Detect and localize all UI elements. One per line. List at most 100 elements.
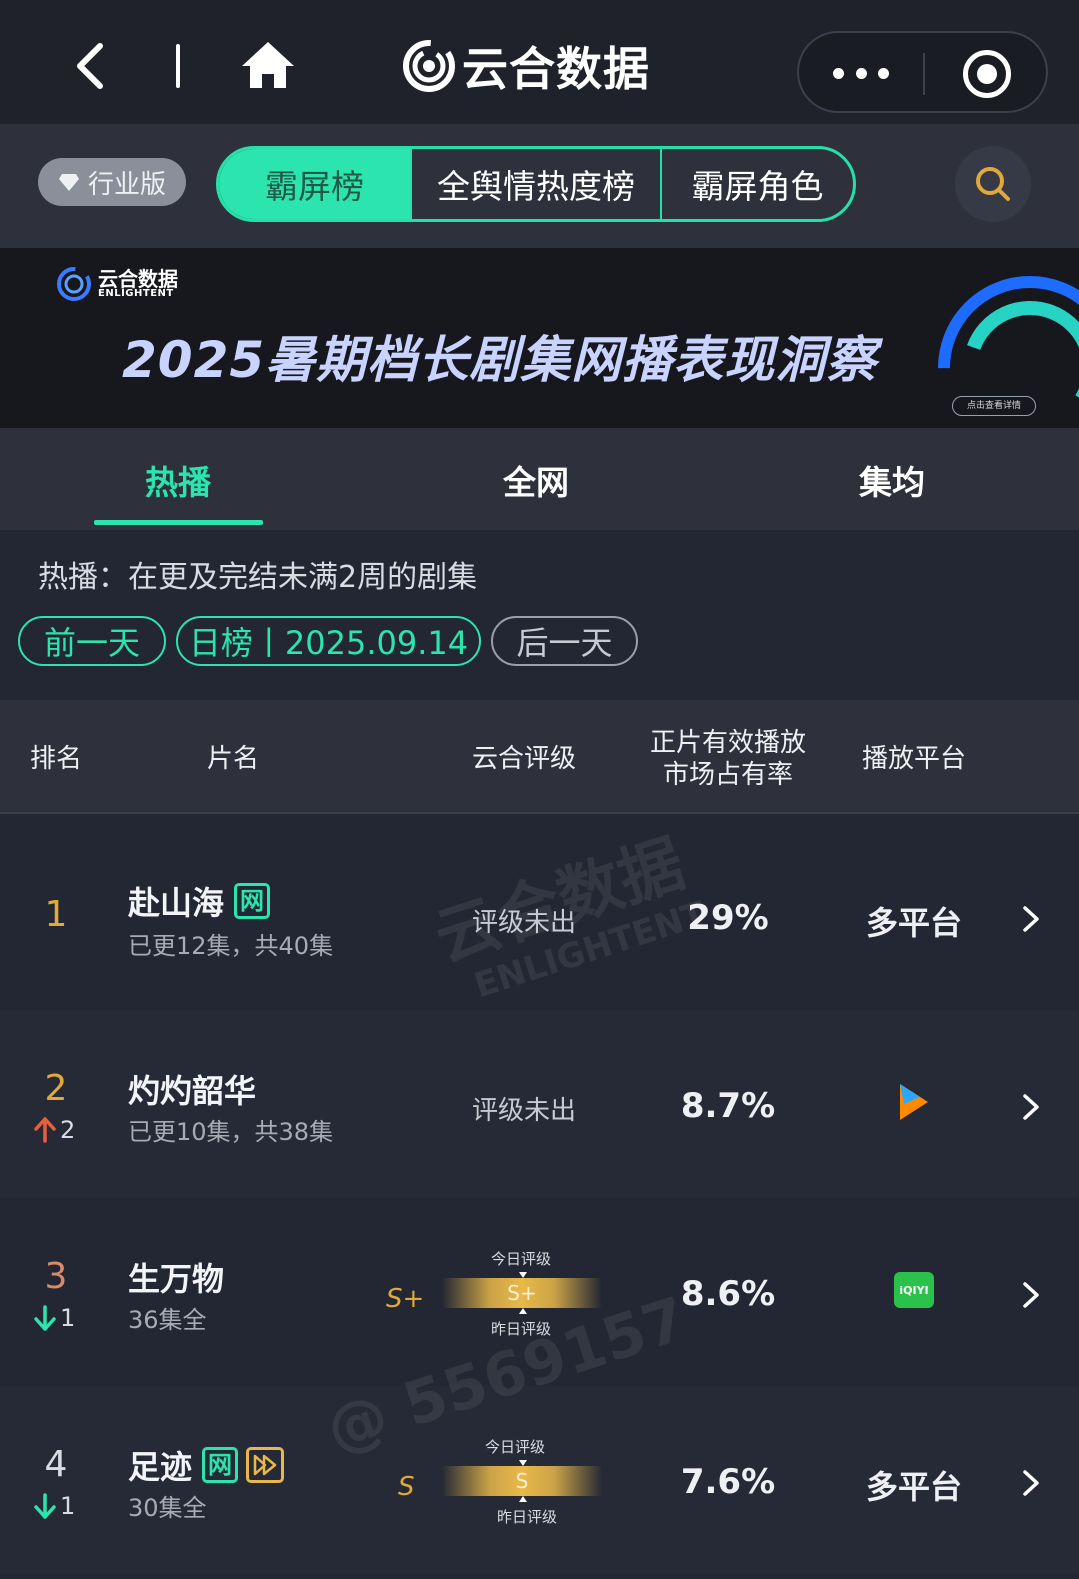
grade-letter: S+ bbox=[386, 1284, 425, 1314]
app-logo-icon bbox=[403, 40, 455, 92]
rank-change-value: 2 bbox=[60, 1116, 76, 1144]
today-grade-label: 今日评级 bbox=[490, 1250, 551, 1268]
capsule-divider bbox=[923, 53, 925, 95]
sub-tabs: 热播 全网 集均 bbox=[0, 428, 1079, 530]
tencent-video-icon bbox=[900, 1084, 928, 1120]
drama-title: 灼灼韶华 bbox=[128, 1066, 256, 1112]
header-platform: 播放平台 bbox=[861, 744, 966, 774]
banner-logo-en: ENLIGHTENT bbox=[98, 288, 174, 299]
app-title: 云合数据 bbox=[462, 42, 650, 96]
rank-change: 1 bbox=[34, 1492, 75, 1520]
chevron-right-icon[interactable] bbox=[1020, 1092, 1042, 1122]
drama-title: 生万物 bbox=[128, 1254, 224, 1300]
drama-title-text: 足迹 bbox=[128, 1448, 193, 1486]
ranking-tab-group: 霸屏榜 全舆情热度榜 霸屏角色 bbox=[216, 146, 856, 222]
table-row[interactable]: 3 1 生万物 36集全 S+ 今日评级 S+ 昨日评级 8.6% iQIYI bbox=[0, 1198, 1079, 1386]
rank-change: 2 bbox=[34, 1116, 75, 1144]
header-rank: 排名 bbox=[29, 744, 82, 774]
back-icon[interactable] bbox=[70, 40, 114, 92]
banner-title: 2025暑期档长剧集网播表现洞察 bbox=[122, 331, 878, 389]
tab-baping-character[interactable]: 霸屏角色 bbox=[662, 149, 853, 219]
banner-logo: 云合数据 ENLIGHTENT bbox=[56, 266, 178, 302]
yesterday-grade-label: 昨日评级 bbox=[496, 1508, 557, 1526]
promo-banner[interactable]: 云合数据 ENLIGHTENT 2025暑期档长剧集网播表现洞察 点击查看详情 bbox=[0, 248, 1079, 428]
search-button[interactable] bbox=[955, 146, 1031, 222]
today-grade-label: 今日评级 bbox=[484, 1438, 545, 1456]
play-badge-icon bbox=[246, 1447, 285, 1483]
chevron-right-icon[interactable] bbox=[1020, 904, 1042, 934]
mini-program-capsule bbox=[797, 31, 1048, 113]
grade-letter: S bbox=[398, 1472, 415, 1502]
episode-info: 36集全 bbox=[128, 1306, 207, 1334]
divider bbox=[176, 44, 180, 88]
chevron-right-icon[interactable] bbox=[1020, 1468, 1042, 1498]
search-icon bbox=[976, 167, 1010, 201]
rank-number: 3 bbox=[44, 1256, 68, 1297]
table-row[interactable]: 1 赴山海 网 已更12集，共40集 评级未出 29% 多平台 bbox=[0, 822, 1079, 1010]
app-header: 云合数据 bbox=[402, 36, 650, 96]
date-filter: 热播：在更及完结未满2周的剧集 前一天 日榜丨2025.09.14 后一天 bbox=[0, 530, 1079, 700]
banner-cta-button[interactable]: 点击查看详情 bbox=[952, 396, 1036, 416]
rank-change-value: 1 bbox=[60, 1304, 76, 1332]
yesterday-marker bbox=[519, 1308, 527, 1314]
tab-sentiment-heat[interactable]: 全舆情热度榜 bbox=[412, 149, 662, 219]
rank-change-value: 1 bbox=[60, 1492, 76, 1520]
arrow-down-icon bbox=[34, 1493, 56, 1519]
close-target-icon[interactable] bbox=[963, 50, 1011, 98]
edition-button[interactable]: 行业版 bbox=[38, 158, 186, 206]
prev-day-button[interactable]: 前一天 bbox=[18, 616, 166, 666]
date-picker[interactable]: 日榜丨2025.09.14 bbox=[176, 616, 481, 666]
drama-title: 赴山海 网 bbox=[128, 878, 271, 924]
chevron-right-icon[interactable] bbox=[1020, 1280, 1042, 1310]
grade-bar-value: S+ bbox=[507, 1281, 537, 1305]
web-badge: 网 bbox=[234, 883, 271, 919]
drama-title-text: 赴山海 bbox=[128, 884, 225, 922]
market-share: 29% bbox=[687, 898, 769, 938]
episode-info: 已更12集，共40集 bbox=[128, 932, 334, 960]
drama-title-text: 灼灼韶华 bbox=[128, 1072, 257, 1110]
table-row[interactable]: 4 1 足迹 网 30集全 S 今日评级 S 昨日评级 7.6% 多平台 bbox=[0, 1386, 1079, 1574]
home-icon[interactable] bbox=[240, 40, 296, 90]
tab-hot[interactable]: 热播 bbox=[78, 456, 278, 504]
header-grade: 云合评级 bbox=[471, 744, 576, 774]
rank-number: 2 bbox=[44, 1068, 68, 1109]
rank-number: 1 bbox=[44, 894, 68, 935]
platform-label: 多平台 bbox=[865, 1468, 962, 1506]
grade-status: 评级未出 bbox=[471, 1096, 576, 1126]
tab-per-episode[interactable]: 集均 bbox=[792, 456, 992, 504]
table-header: 排名 片名 云合评级 正片有效播放 市场占有率 播放平台 bbox=[0, 700, 1079, 814]
drama-title-text: 生万物 bbox=[128, 1260, 225, 1298]
market-share: 8.6% bbox=[680, 1274, 776, 1314]
header-share-line2: 市场占有率 bbox=[662, 760, 793, 790]
grade-indicator: S+ 今日评级 S+ 昨日评级 bbox=[386, 1248, 626, 1358]
top-bar: 云合数据 bbox=[0, 0, 1079, 124]
episode-info: 已更10集，共38集 bbox=[128, 1118, 334, 1146]
iqiyi-icon: iQIYI bbox=[894, 1272, 934, 1308]
active-tab-indicator bbox=[94, 520, 263, 525]
rank-number: 4 bbox=[44, 1444, 68, 1485]
today-marker bbox=[519, 1460, 527, 1466]
grade-indicator: S 今日评级 S 昨日评级 bbox=[386, 1436, 626, 1546]
web-badge: 网 bbox=[202, 1447, 239, 1483]
edition-label: 行业版 bbox=[87, 169, 166, 200]
header-title: 片名 bbox=[206, 744, 259, 774]
episode-info: 30集全 bbox=[128, 1494, 207, 1522]
grade-bar-value: S bbox=[515, 1469, 529, 1493]
banner-logo-icon bbox=[57, 267, 91, 301]
table-row[interactable]: 2 2 灼灼韶华 已更10集，共38集 评级未出 8.7% bbox=[0, 1010, 1079, 1198]
grade-status: 评级未出 bbox=[471, 908, 576, 938]
platform-label: 多平台 bbox=[865, 904, 962, 942]
market-share: 7.6% bbox=[680, 1462, 776, 1502]
banner-logo-cn: 云合数据 bbox=[98, 267, 178, 291]
arrow-up-icon bbox=[34, 1117, 56, 1143]
arrow-down-icon bbox=[34, 1305, 56, 1331]
diamond-icon bbox=[58, 174, 79, 191]
more-icon[interactable] bbox=[833, 59, 889, 87]
next-day-button[interactable]: 后一天 bbox=[491, 616, 638, 666]
market-share: 8.7% bbox=[680, 1086, 776, 1126]
drama-title: 足迹 网 bbox=[128, 1442, 285, 1488]
today-marker bbox=[519, 1272, 527, 1278]
tab-all-network[interactable]: 全网 bbox=[436, 456, 636, 504]
tab-bapingbang[interactable]: 霸屏榜 bbox=[219, 149, 412, 219]
yesterday-marker bbox=[519, 1496, 527, 1502]
